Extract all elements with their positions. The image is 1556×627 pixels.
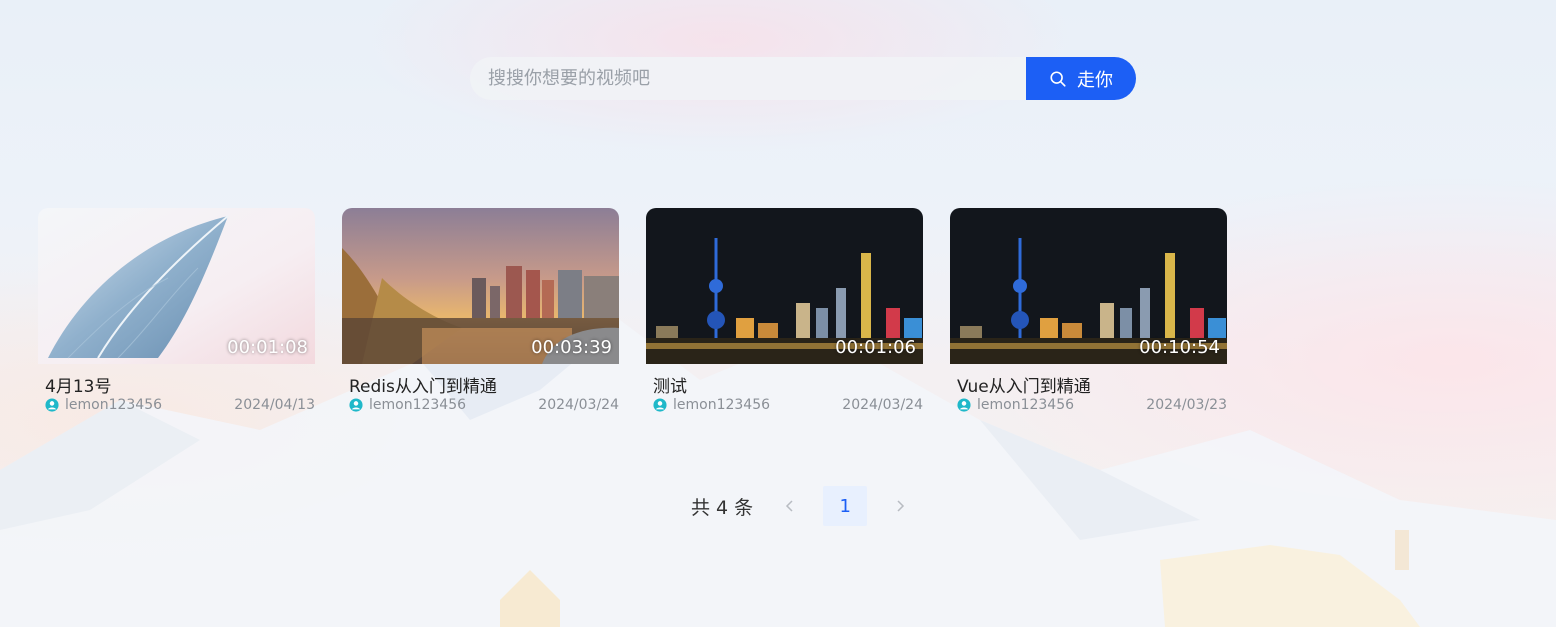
video-thumbnail[interactable]: 00:01:06 (646, 208, 923, 364)
prev-page-button[interactable] (775, 486, 805, 526)
video-date: 2024/03/24 (842, 397, 923, 413)
video-author: lemon123456 (65, 397, 163, 413)
chevron-left-icon (786, 500, 793, 512)
search-bar: 走你 (470, 57, 1136, 100)
next-page-button[interactable] (885, 486, 915, 526)
user-circle-icon (957, 398, 971, 412)
video-author: lemon123456 (369, 397, 467, 413)
video-card[interactable]: 00:10:54 Vue从入门到精通 lemon123456 2024/03/2… (950, 208, 1227, 413)
video-duration: 00:01:06 (835, 337, 916, 358)
search-button[interactable]: 走你 (1026, 57, 1136, 100)
search-input[interactable] (470, 57, 1026, 100)
pagination: 共 4 条 1 (691, 486, 915, 526)
video-thumbnail[interactable]: 00:01:08 (38, 208, 315, 364)
user-circle-icon (45, 398, 59, 412)
video-title[interactable]: Vue从入门到精通 (950, 372, 1227, 397)
video-duration: 00:10:54 (1139, 337, 1220, 358)
video-duration: 00:03:39 (531, 337, 612, 358)
search-button-label: 走你 (1077, 69, 1113, 91)
search-icon (1050, 70, 1066, 87)
video-card[interactable]: 00:03:39 Redis从入门到精通 lemon123456 2024/03… (342, 208, 619, 413)
user-circle-icon (653, 398, 667, 412)
user-circle-icon (349, 398, 363, 412)
video-title[interactable]: 测试 (646, 372, 923, 397)
chevron-right-icon (897, 500, 905, 512)
video-list: 00:01:08 4月13号 lemon123456 2024/04/13 00… (38, 208, 1227, 413)
video-date: 2024/03/24 (538, 397, 619, 413)
video-author: lemon123456 (673, 397, 771, 413)
video-date: 2024/03/23 (1146, 397, 1227, 413)
video-date: 2024/04/13 (234, 397, 315, 413)
video-duration: 00:01:08 (227, 337, 308, 358)
video-author: lemon123456 (977, 397, 1075, 413)
video-title[interactable]: Redis从入门到精通 (342, 372, 619, 397)
video-thumbnail[interactable]: 00:03:39 (342, 208, 619, 364)
video-card[interactable]: 00:01:06 测试 lemon123456 2024/03/24 (646, 208, 923, 413)
video-card[interactable]: 00:01:08 4月13号 lemon123456 2024/04/13 (38, 208, 315, 413)
pagination-total: 共 4 条 (691, 496, 754, 519)
video-thumbnail[interactable]: 00:10:54 (950, 208, 1227, 364)
video-title[interactable]: 4月13号 (38, 372, 315, 397)
page-number-button[interactable]: 1 (823, 486, 868, 526)
